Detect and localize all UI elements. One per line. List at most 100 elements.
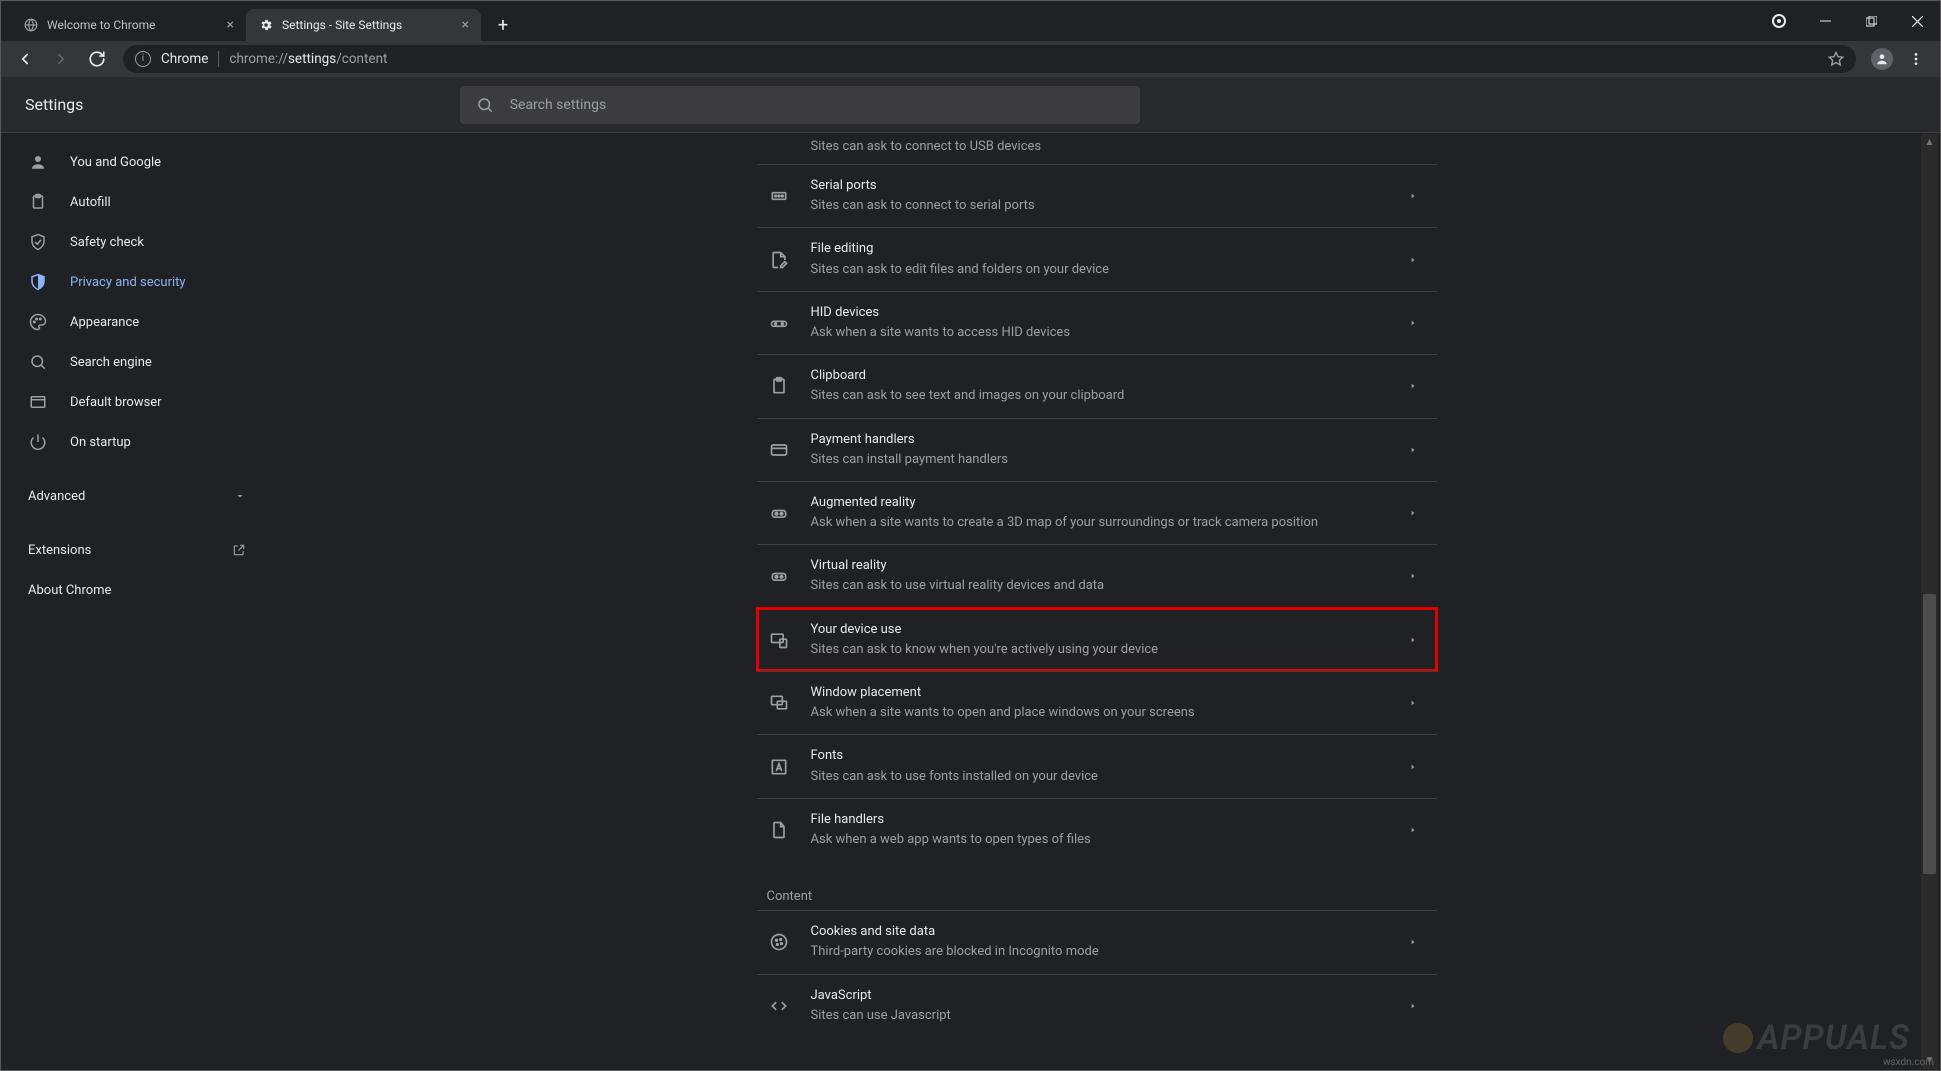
scroll-up-icon[interactable]: ▲ xyxy=(1921,134,1938,151)
sidebar-about-chrome[interactable]: About Chrome xyxy=(2,570,272,610)
sidebar-extensions[interactable]: Extensions xyxy=(2,530,272,570)
search-input[interactable] xyxy=(510,97,1124,113)
omnibox[interactable]: i Chrome chrome://settings/content xyxy=(123,45,1856,73)
row-payment-handlers[interactable]: Payment handlersSites can install paymen… xyxy=(757,418,1437,481)
tab-welcome[interactable]: Welcome to Chrome × xyxy=(11,9,246,41)
row-file-handlers[interactable]: File handlersAsk when a web app wants to… xyxy=(757,798,1437,861)
fonts-icon xyxy=(767,755,791,779)
close-icon[interactable]: × xyxy=(227,17,234,33)
chevron-right-icon xyxy=(1409,507,1417,519)
row-fonts[interactable]: FontsSites can ask to use fonts installe… xyxy=(757,734,1437,797)
clipboard-icon xyxy=(28,192,48,212)
close-window-button[interactable] xyxy=(1894,1,1940,41)
sidebar-item-label: On startup xyxy=(70,435,131,450)
sidebar-item-autofill[interactable]: Autofill xyxy=(2,182,272,222)
sidebar-item-label: Default browser xyxy=(70,395,162,410)
scrollbar[interactable]: ▲ ▼ xyxy=(1921,134,1938,1069)
update-indicator-icon[interactable] xyxy=(1756,1,1802,41)
row-title: HID devices xyxy=(811,304,1389,322)
reload-button[interactable] xyxy=(81,43,113,75)
row-title: Serial ports xyxy=(811,177,1389,195)
close-icon[interactable]: × xyxy=(462,17,469,33)
minimize-button[interactable] xyxy=(1802,1,1848,41)
sidebar-item-you-and-google[interactable]: You and Google xyxy=(2,142,272,182)
row-subtitle: Ask when a site wants to create a 3D map… xyxy=(811,514,1389,532)
watermark: APPUALS xyxy=(1723,1018,1910,1058)
chevron-right-icon xyxy=(1409,761,1417,773)
bookmark-icon[interactable] xyxy=(1828,51,1844,67)
person-icon xyxy=(28,152,48,172)
row-subtitle: Sites can use Javascript xyxy=(811,1007,1389,1025)
sidebar: You and Google Autofill Safety check Pri… xyxy=(2,134,272,1069)
row-hid-devices[interactable]: HID devices Ask when a site wants to acce… xyxy=(757,291,1437,354)
row-title: Window placement xyxy=(811,684,1389,702)
row-your-device-use[interactable]: Your device useSites can ask to know whe… xyxy=(757,608,1437,671)
row-subtitle: Sites can ask to use fonts installed on … xyxy=(811,768,1389,786)
row-virtual-reality[interactable]: Virtual reality Sites can ask to use virt… xyxy=(757,544,1437,607)
tab-strip: Welcome to Chrome × Settings - Site Sett… xyxy=(1,1,1940,41)
search-settings[interactable] xyxy=(460,86,1140,124)
section-label-content: Content xyxy=(757,861,1437,910)
tab-title: Welcome to Chrome xyxy=(47,18,155,32)
row-title: Your device use xyxy=(811,621,1389,639)
chevron-right-icon xyxy=(1409,634,1417,646)
sidebar-item-label: You and Google xyxy=(70,155,161,170)
row-subtitle: Sites can ask to use virtual reality dev… xyxy=(811,577,1389,595)
row-augmented-reality[interactable]: Augmented reality Ask when a site wants t… xyxy=(757,481,1437,544)
sidebar-item-default-browser[interactable]: Default browser xyxy=(2,382,272,422)
row-javascript[interactable]: JavaScriptSites can use Javascript xyxy=(757,974,1437,1037)
row-title: Clipboard xyxy=(811,367,1389,385)
row-window-placement[interactable]: Window placementAsk when a site wants to… xyxy=(757,671,1437,734)
row-cookies[interactable]: Cookies and site dataThird-party cookies… xyxy=(757,910,1437,973)
favicon-gear-icon xyxy=(258,17,274,33)
hid-icon xyxy=(767,311,791,335)
browser-icon xyxy=(28,392,48,412)
power-icon xyxy=(28,432,48,452)
omnibox-url: chrome://settings/content xyxy=(229,51,387,67)
sidebar-item-label: Privacy and security xyxy=(70,275,186,290)
sidebar-item-safety-check[interactable]: Safety check xyxy=(2,222,272,262)
tab-settings[interactable]: Settings - Site Settings × xyxy=(246,9,481,41)
forward-button[interactable] xyxy=(45,43,77,75)
row-title: Augmented reality xyxy=(811,494,1389,512)
sidebar-item-on-startup[interactable]: On startup xyxy=(2,422,272,462)
advanced-label: Advanced xyxy=(28,489,85,504)
row-title: File editing xyxy=(811,240,1389,258)
new-tab-button[interactable]: + xyxy=(489,11,517,39)
search-icon xyxy=(28,352,48,372)
maximize-button[interactable] xyxy=(1848,1,1894,41)
sidebar-item-search-engine[interactable]: Search engine xyxy=(2,342,272,382)
row-subtitle: Sites can ask to see text and images on … xyxy=(811,387,1389,405)
tab-title: Settings - Site Settings xyxy=(282,18,402,32)
search-icon xyxy=(476,96,494,114)
row-subtitle: Sites can ask to edit files and folders … xyxy=(811,261,1389,279)
back-button[interactable] xyxy=(9,43,41,75)
row-subtitle: Sites can ask to connect to USB devices xyxy=(811,138,1389,156)
serial-icon xyxy=(767,184,791,208)
sidebar-item-appearance[interactable]: Appearance xyxy=(2,302,272,342)
profile-button[interactable] xyxy=(1866,43,1898,75)
favicon-globe-icon xyxy=(23,17,39,33)
row-subtitle: Third-party cookies are blocked in Incog… xyxy=(811,943,1389,961)
row-file-editing[interactable]: File editing Sites can ask to edit files … xyxy=(757,227,1437,290)
scrollbar-thumb[interactable] xyxy=(1923,594,1936,874)
ar-icon xyxy=(767,501,791,525)
content-area: Sites can ask to connect to USB devices … xyxy=(272,134,1939,1069)
row-subtitle: Ask when a site wants to access HID devi… xyxy=(811,324,1389,342)
clipboard-icon xyxy=(767,374,791,398)
page-title: Settings xyxy=(25,95,83,114)
row-title: Payment handlers xyxy=(811,431,1389,449)
file-edit-icon xyxy=(767,248,791,272)
row-title: Virtual reality xyxy=(811,557,1389,575)
omnibox-chip: Chrome xyxy=(161,51,219,67)
settings-header: Settings xyxy=(1,77,1940,133)
row-clipboard[interactable]: Clipboard Sites can ask to see text and i… xyxy=(757,354,1437,417)
sidebar-item-privacy-security[interactable]: Privacy and security xyxy=(2,262,272,302)
row-serial-ports[interactable]: Serial portsSites can ask to connect to … xyxy=(757,164,1437,227)
sidebar-advanced-toggle[interactable]: Advanced xyxy=(2,476,272,516)
chevron-right-icon xyxy=(1409,697,1417,709)
site-info-icon[interactable]: i xyxy=(135,51,151,67)
menu-button[interactable] xyxy=(1900,43,1932,75)
row-title: File handlers xyxy=(811,811,1389,829)
row-usb-devices[interactable]: Sites can ask to connect to USB devices … xyxy=(757,134,1437,164)
